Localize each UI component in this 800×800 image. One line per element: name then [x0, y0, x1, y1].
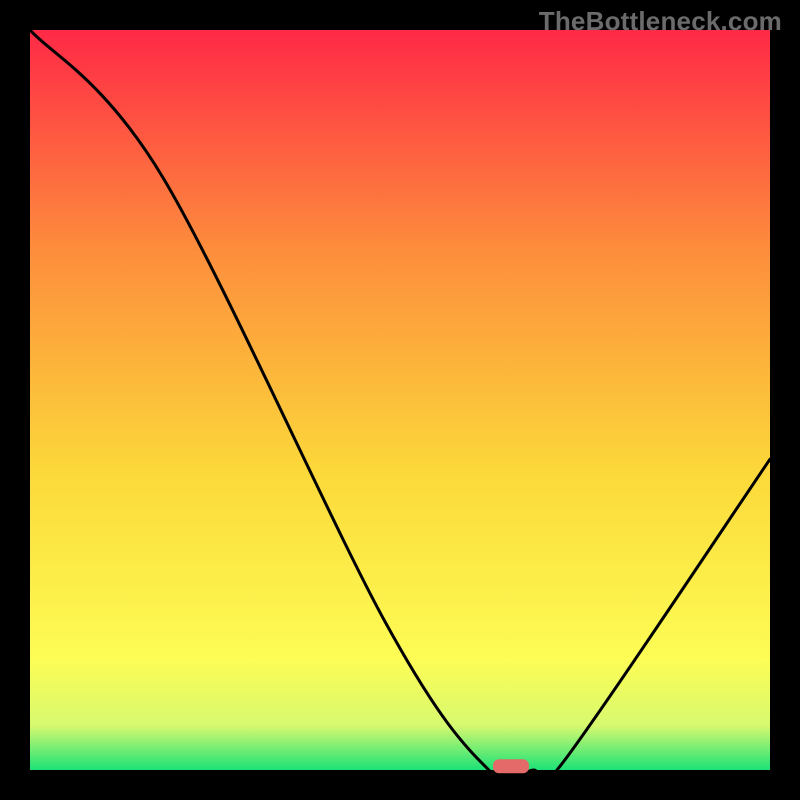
optimum-marker: [493, 759, 529, 773]
chart-frame: TheBottleneck.com: [0, 0, 800, 800]
plot-area: [30, 30, 770, 770]
bottleneck-plot: [0, 0, 800, 800]
watermark-text: TheBottleneck.com: [539, 6, 782, 37]
